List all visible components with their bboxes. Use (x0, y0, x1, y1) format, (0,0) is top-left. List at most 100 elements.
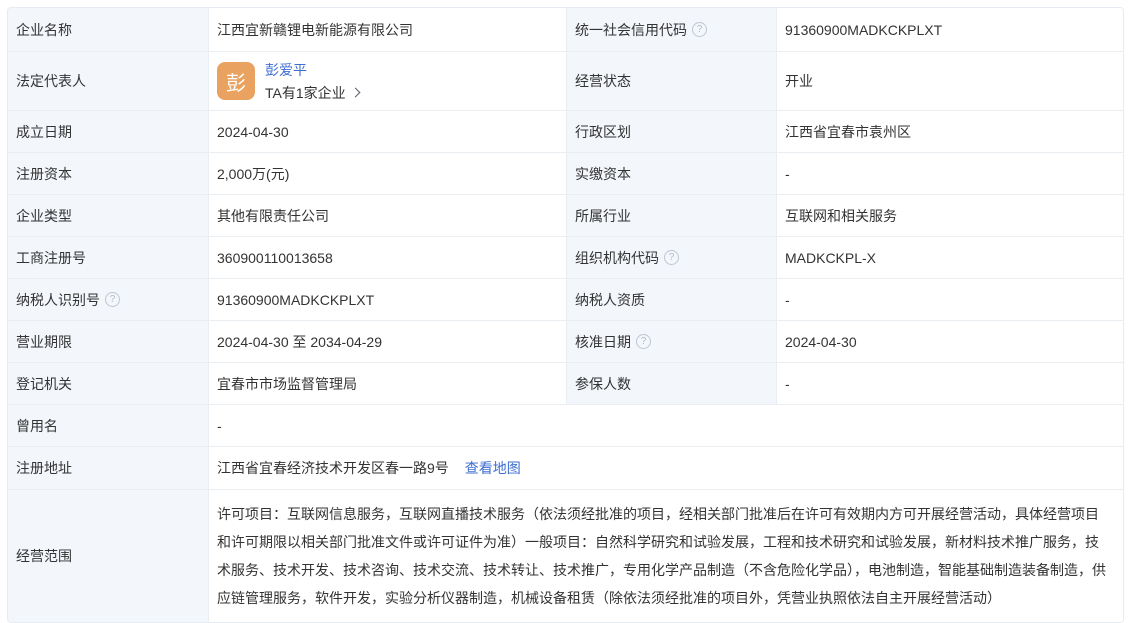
legal-rep-label: 法定代表人 (8, 52, 208, 110)
taxpayer-id-label-text: 纳税人识别号 (16, 290, 100, 310)
table-row: 登记机关 宜春市市场监督管理局 参保人数 - (8, 362, 1123, 404)
reg-number-label-text: 工商注册号 (16, 248, 86, 268)
business-scope-label: 经营范围 (8, 490, 208, 622)
reg-capital-value-text: 2,000万(元) (217, 164, 289, 184)
taxpayer-qual-label: 纳税人资质 (566, 279, 776, 320)
business-scope-label-text: 经营范围 (16, 546, 72, 566)
company-name-label-text: 企业名称 (16, 20, 72, 40)
business-term-label-text: 营业期限 (16, 332, 72, 352)
reg-authority-value: 宜春市市场监督管理局 (208, 363, 566, 404)
reg-address-value: 江西省宜春经济技术开发区春一路9号 查看地图 (208, 447, 1123, 489)
legal-rep-name-link[interactable]: 彭爱平 (265, 60, 359, 80)
reg-authority-value-text: 宜春市市场监督管理局 (217, 374, 357, 394)
industry-value: 互联网和相关服务 (776, 195, 1123, 236)
paid-capital-value-text: - (785, 166, 790, 182)
help-icon[interactable]: ? (636, 334, 651, 349)
former-name-label-text: 曾用名 (16, 416, 58, 436)
reg-capital-label-text: 注册资本 (16, 164, 72, 184)
company-type-label-text: 企业类型 (16, 206, 72, 226)
industry-value-text: 互联网和相关服务 (785, 206, 897, 226)
credit-code-value-text: 91360900MADKCKPLXT (785, 22, 942, 38)
business-scope-value: 许可项目：互联网信息服务，互联网直播技术服务（依法须经批准的项目，经相关部门批准… (208, 490, 1123, 622)
reg-capital-value: 2,000万(元) (208, 153, 566, 194)
reg-authority-label: 登记机关 (8, 363, 208, 404)
table-row: 企业名称 江西宜新赣锂电新能源有限公司 统一社会信用代码? 91360900MA… (8, 8, 1123, 51)
chevron-right-icon (350, 88, 360, 98)
established-label-text: 成立日期 (16, 122, 72, 142)
taxpayer-qual-value-text: - (785, 292, 790, 308)
table-row: 注册地址 江西省宜春经济技术开发区春一路9号 查看地图 (8, 446, 1123, 489)
table-row: 法定代表人 彭 彭爱平 TA有1家企业 经营状态 开业 (8, 51, 1123, 110)
table-row: 注册资本 2,000万(元) 实缴资本 - (8, 152, 1123, 194)
table-row: 工商注册号 360900110013658 组织机构代码? MADKCKPL-X (8, 236, 1123, 278)
industry-label: 所属行业 (566, 195, 776, 236)
insured-count-label: 参保人数 (566, 363, 776, 404)
reg-number-label: 工商注册号 (8, 237, 208, 278)
status-label-text: 经营状态 (575, 71, 631, 91)
help-icon[interactable]: ? (692, 22, 707, 37)
legal-rep-label-text: 法定代表人 (16, 71, 86, 91)
business-term-label: 营业期限 (8, 321, 208, 362)
reg-authority-label-text: 登记机关 (16, 374, 72, 394)
company-name-value: 江西宜新赣锂电新能源有限公司 (208, 8, 566, 51)
approval-date-label-text: 核准日期 (575, 332, 631, 352)
help-icon[interactable]: ? (105, 292, 120, 307)
former-name-label: 曾用名 (8, 405, 208, 446)
company-type-label: 企业类型 (8, 195, 208, 236)
paid-capital-label: 实缴资本 (566, 153, 776, 194)
business-term-value-text: 2024-04-30 至 2034-04-29 (217, 332, 382, 352)
company-type-value-text: 其他有限责任公司 (217, 206, 329, 226)
reg-number-value: 360900110013658 (208, 237, 566, 278)
paid-capital-value: - (776, 153, 1123, 194)
table-row: 企业类型 其他有限责任公司 所属行业 互联网和相关服务 (8, 194, 1123, 236)
insured-count-label-text: 参保人数 (575, 374, 631, 394)
taxpayer-qual-value: - (776, 279, 1123, 320)
credit-code-value: 91360900MADKCKPLXT (776, 8, 1123, 51)
taxpayer-qual-label-text: 纳税人资质 (575, 290, 645, 310)
help-icon[interactable]: ? (664, 250, 679, 265)
avatar-initial: 彭 (226, 67, 246, 96)
view-map-link[interactable]: 查看地图 (465, 458, 521, 478)
approval-date-label: 核准日期? (566, 321, 776, 362)
business-term-value: 2024-04-30 至 2034-04-29 (208, 321, 566, 362)
business-info-table: 企业名称 江西宜新赣锂电新能源有限公司 统一社会信用代码? 91360900MA… (7, 7, 1124, 623)
legal-rep-value: 彭 彭爱平 TA有1家企业 (208, 52, 566, 110)
reg-number-value-text: 360900110013658 (217, 250, 333, 266)
legal-rep-companies-link[interactable]: TA有1家企业 (265, 83, 359, 103)
status-label: 经营状态 (566, 52, 776, 110)
legal-rep-avatar[interactable]: 彭 (217, 62, 255, 100)
approval-date-value-text: 2024-04-30 (785, 334, 857, 350)
industry-label-text: 所属行业 (575, 206, 631, 226)
table-row: 经营范围 许可项目：互联网信息服务，互联网直播技术服务（依法须经批准的项目，经相… (8, 489, 1123, 622)
status-value: 开业 (776, 52, 1123, 110)
org-code-label: 组织机构代码? (566, 237, 776, 278)
taxpayer-id-label: 纳税人识别号? (8, 279, 208, 320)
credit-code-label: 统一社会信用代码? (566, 8, 776, 51)
status-value-text: 开业 (785, 71, 813, 91)
insured-count-value: - (776, 363, 1123, 404)
approval-date-value: 2024-04-30 (776, 321, 1123, 362)
org-code-value: MADKCKPL-X (776, 237, 1123, 278)
table-row: 曾用名 - (8, 404, 1123, 446)
reg-address-label: 注册地址 (8, 447, 208, 489)
reg-address-value-text: 江西省宜春经济技术开发区春一路9号 (217, 458, 449, 478)
companies-link-text: TA有1家企业 (265, 83, 346, 103)
established-value: 2024-04-30 (208, 111, 566, 152)
district-label: 行政区划 (566, 111, 776, 152)
reg-address-label-text: 注册地址 (16, 458, 72, 478)
org-code-label-text: 组织机构代码 (575, 248, 659, 268)
taxpayer-id-value-text: 91360900MADKCKPLXT (217, 292, 374, 308)
reg-capital-label: 注册资本 (8, 153, 208, 194)
paid-capital-label-text: 实缴资本 (575, 164, 631, 184)
former-name-value-text: - (217, 418, 222, 434)
district-value-text: 江西省宜春市袁州区 (785, 122, 911, 142)
company-name-label: 企业名称 (8, 8, 208, 51)
company-type-value: 其他有限责任公司 (208, 195, 566, 236)
district-value: 江西省宜春市袁州区 (776, 111, 1123, 152)
district-label-text: 行政区划 (575, 122, 631, 142)
company-name-value-text: 江西宜新赣锂电新能源有限公司 (217, 20, 413, 40)
established-value-text: 2024-04-30 (217, 124, 289, 140)
business-scope-value-text: 许可项目：互联网信息服务，互联网直播技术服务（依法须经批准的项目，经相关部门批准… (217, 500, 1107, 612)
established-label: 成立日期 (8, 111, 208, 152)
org-code-value-text: MADKCKPL-X (785, 250, 876, 266)
